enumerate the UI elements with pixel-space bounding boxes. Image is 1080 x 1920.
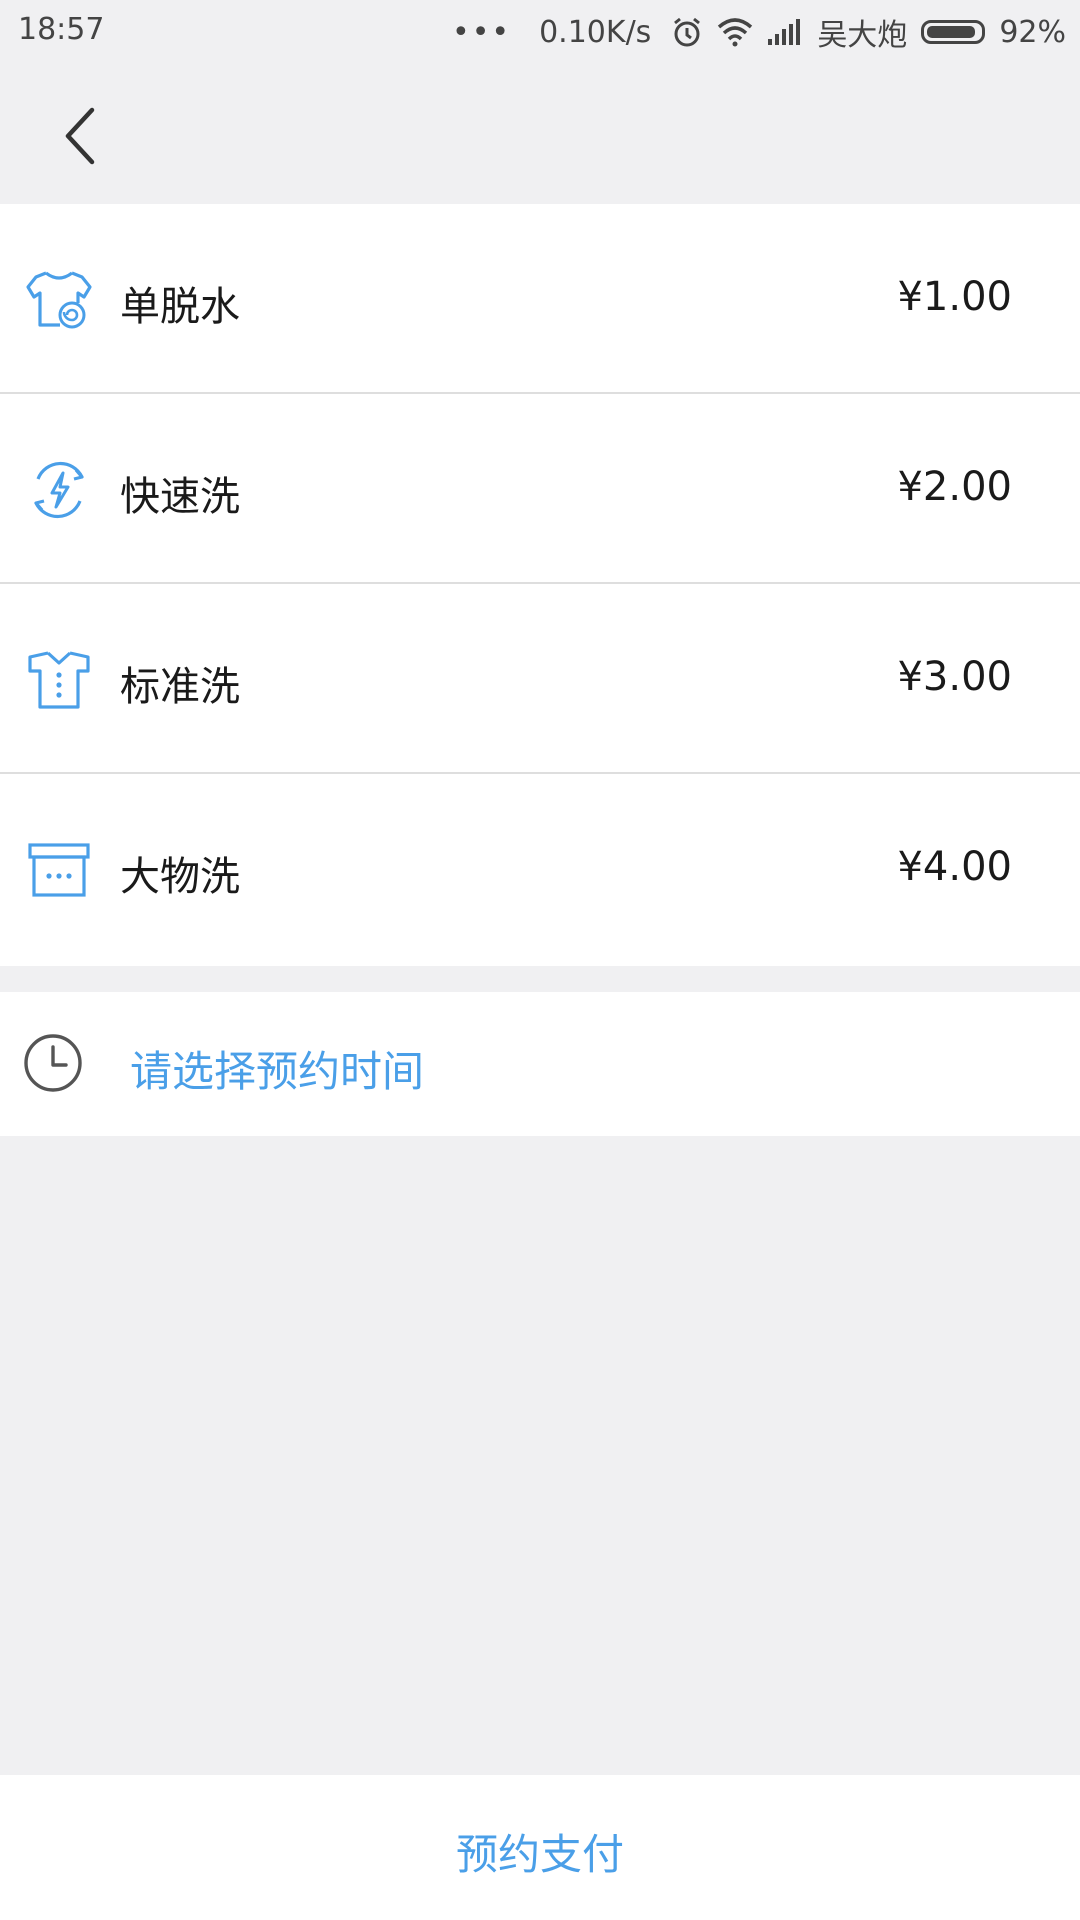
service-label: 单脱水 xyxy=(120,284,240,330)
wifi-icon xyxy=(718,18,753,47)
header xyxy=(0,60,1080,204)
service-item-standard-wash[interactable]: 标准洗 ¥3.00 xyxy=(0,584,1080,774)
battery-icon xyxy=(921,20,986,44)
status-bar: 18:57 ••• 0.10K/s 吴大炮 92% xyxy=(0,0,1080,60)
clock-icon xyxy=(24,1034,82,1092)
service-price: ¥1.00 xyxy=(897,274,1012,320)
box-icon xyxy=(28,843,90,897)
service-item-quick-wash[interactable]: 快速洗 ¥2.00 xyxy=(0,394,1080,584)
service-label: 标准洗 xyxy=(120,664,240,710)
carrier-name: 吴大炮 xyxy=(817,18,908,53)
service-price: ¥3.00 xyxy=(897,654,1012,700)
network-speed: 0.10K/s xyxy=(539,14,652,50)
service-list: 单脱水 ¥1.00 快速洗 ¥2.00 标准洗 ¥3.00 大物洗 ¥4.00 xyxy=(0,204,1080,966)
reserve-pay-button[interactable]: 预约支付 xyxy=(0,1775,1080,1920)
service-label: 大物洗 xyxy=(120,854,240,900)
select-time-row[interactable]: 请选择预约时间 xyxy=(0,992,1080,1136)
service-price: ¥4.00 xyxy=(897,844,1012,890)
service-label: 快速洗 xyxy=(120,474,240,520)
more-dots-icon: ••• xyxy=(452,14,512,50)
back-button[interactable] xyxy=(40,96,120,176)
status-time: 18:57 xyxy=(18,12,105,47)
select-time-label: 请选择预约时间 xyxy=(130,1047,425,1096)
service-item-bulky-wash[interactable]: 大物洗 ¥4.00 xyxy=(0,774,1080,966)
battery-fill xyxy=(927,26,976,38)
chevron-left-icon xyxy=(65,107,95,165)
signal-icon xyxy=(768,19,801,45)
status-icons: ••• 0.10K/s 吴大炮 92% xyxy=(452,10,1066,54)
alarm-icon xyxy=(674,17,701,47)
shirt-spin-icon xyxy=(26,271,92,329)
lightning-refresh-icon xyxy=(34,461,84,519)
battery-percent: 92% xyxy=(999,14,1066,50)
service-item-dehydrate[interactable]: 单脱水 ¥1.00 xyxy=(0,204,1080,394)
shirt-icon xyxy=(28,651,90,709)
reserve-pay-label: 预约支付 xyxy=(455,1830,624,1879)
service-price: ¥2.00 xyxy=(897,464,1012,510)
